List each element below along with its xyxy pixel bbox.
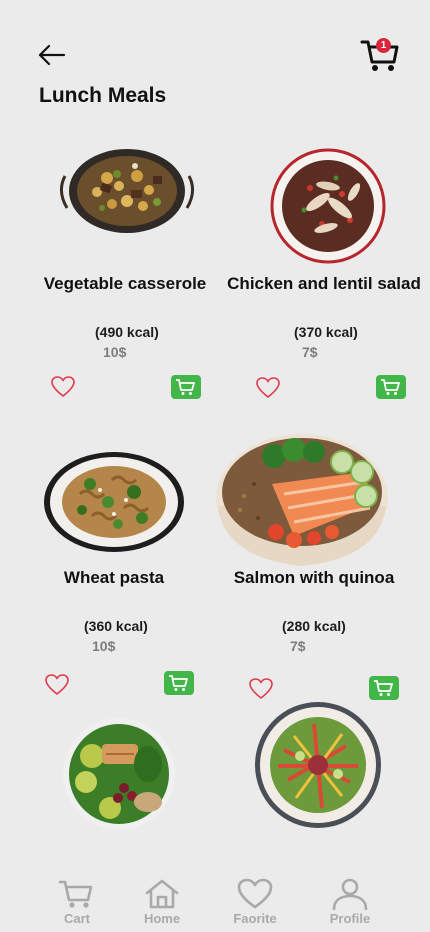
heart-icon	[45, 674, 69, 695]
bottom-navigation: Cart Home Faorite Profile	[0, 872, 430, 932]
meal-kcal: (490 kcal)	[95, 324, 159, 340]
meal-price: 10$	[92, 638, 116, 654]
arrow-left-icon	[38, 44, 66, 66]
nav-label: Cart	[63, 911, 90, 926]
meal-price: 7$	[302, 344, 318, 360]
shopping-cart-icon	[176, 379, 195, 395]
favorite-button[interactable]	[248, 677, 274, 701]
meal-kcal: (360 kcal)	[84, 618, 148, 634]
favorite-button[interactable]	[44, 673, 70, 697]
chicken-lentil-salad-image	[270, 148, 386, 264]
shopping-cart-icon	[381, 379, 400, 395]
meal-name: Vegetable casserole	[43, 274, 207, 293]
nav-home[interactable]: Home	[127, 878, 197, 932]
nav-label: Profile	[329, 911, 371, 926]
meal-card-chicken-lentil-salad[interactable]: Chicken and lentil salad (370 kcal) 7$	[224, 140, 424, 410]
meal-card-wheat-pasta[interactable]: Wheat pasta (360 kcal) 10$	[14, 444, 214, 704]
meal-name: Salmon with quinoa	[233, 568, 395, 587]
heart-icon	[51, 376, 75, 397]
meal-name: Chicken and lentil salad	[227, 274, 421, 293]
green-salad-bowl-image[interactable]	[62, 716, 176, 832]
add-to-cart-button[interactable]	[376, 375, 406, 399]
meal-card-vegetable-casserole[interactable]: Vegetable casserole (490 kcal) 10$	[25, 140, 225, 410]
profile-icon	[332, 878, 368, 910]
nav-cart[interactable]: Cart	[42, 878, 112, 932]
meal-card-salmon-quinoa[interactable]: Salmon with quinoa (280 kcal) 7$	[214, 434, 414, 704]
nav-favorite[interactable]: Faorite	[220, 878, 290, 932]
meal-kcal: (280 kcal)	[282, 618, 346, 634]
add-to-cart-button[interactable]	[164, 671, 194, 695]
shopping-cart-icon	[374, 680, 393, 696]
add-to-cart-button[interactable]	[171, 375, 201, 399]
vegetable-casserole-image	[60, 149, 194, 233]
heart-icon	[237, 878, 273, 909]
favorite-button[interactable]	[255, 376, 281, 400]
meal-price: 7$	[290, 638, 306, 654]
cart-count-badge: 1	[376, 38, 391, 53]
mixed-salad-plate-image[interactable]	[254, 700, 382, 830]
meal-kcal: (370 kcal)	[294, 324, 358, 340]
top-bar: 1	[0, 36, 430, 76]
wheat-pasta-image	[44, 452, 184, 552]
meal-price: 10$	[103, 344, 127, 360]
add-to-cart-button[interactable]	[369, 676, 399, 700]
nav-profile[interactable]: Profile	[315, 878, 385, 932]
nav-label: Home	[143, 911, 181, 926]
meal-name: Wheat pasta	[63, 568, 165, 587]
back-button[interactable]	[36, 40, 68, 70]
shopping-cart-icon	[58, 880, 93, 908]
nav-label: Faorite	[233, 911, 277, 926]
header-cart-button[interactable]: 1	[360, 36, 402, 74]
page-title: Lunch Meals	[39, 84, 167, 107]
heart-icon	[249, 678, 273, 699]
salmon-quinoa-image	[216, 434, 388, 566]
shopping-cart-icon	[169, 675, 188, 691]
favorite-button[interactable]	[50, 375, 76, 399]
heart-icon	[256, 377, 280, 398]
home-icon	[145, 879, 179, 909]
